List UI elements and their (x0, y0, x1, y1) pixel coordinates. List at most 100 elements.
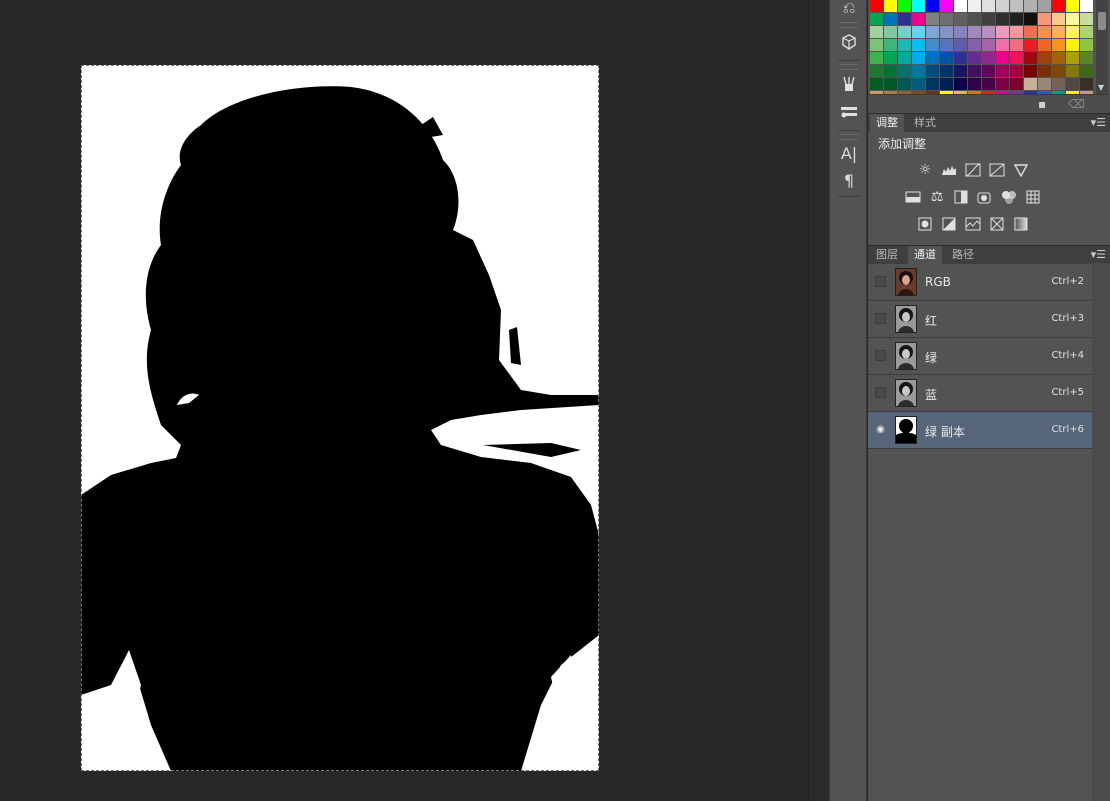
new-swatch-icon[interactable]: ▪ (1038, 97, 1046, 111)
eye-icon[interactable] (875, 276, 886, 287)
tab-adjustments[interactable]: 调整 (870, 114, 904, 132)
color-swatch[interactable] (1080, 0, 1093, 12)
color-swatch[interactable] (926, 78, 939, 90)
color-swatch[interactable] (1066, 0, 1079, 12)
hue-saturation-icon[interactable] (904, 188, 922, 206)
paragraph-icon[interactable]: ¶ (836, 168, 862, 192)
channel-mixer-icon[interactable] (1000, 188, 1018, 206)
color-swatch[interactable] (1024, 39, 1037, 51)
strip-grip[interactable] (840, 22, 858, 28)
color-swatch[interactable] (1052, 65, 1065, 77)
color-lookup-icon[interactable] (1024, 188, 1042, 206)
color-swatch[interactable] (1024, 65, 1037, 77)
color-swatch[interactable] (968, 0, 981, 12)
color-swatch[interactable] (912, 78, 925, 90)
color-swatch[interactable] (954, 26, 967, 38)
color-swatch[interactable] (1010, 78, 1023, 90)
channel-row[interactable]: ◉ 绿 副本 Ctrl+6 (868, 412, 1092, 449)
color-swatch[interactable] (912, 65, 925, 77)
color-swatch[interactable] (1038, 52, 1051, 64)
color-swatch[interactable] (1038, 78, 1051, 90)
color-swatch[interactable] (1038, 26, 1051, 38)
color-swatch[interactable] (982, 26, 995, 38)
black-white-icon[interactable] (952, 188, 970, 206)
color-swatch[interactable] (898, 0, 911, 12)
image-canvas[interactable] (81, 65, 599, 771)
eye-icon[interactable] (875, 350, 886, 361)
color-swatch[interactable] (1080, 65, 1093, 77)
color-swatch[interactable] (982, 13, 995, 25)
color-swatch[interactable] (968, 52, 981, 64)
color-swatch[interactable] (926, 65, 939, 77)
photo-filter-icon[interactable] (976, 188, 994, 206)
color-swatch[interactable] (1066, 65, 1079, 77)
color-swatch[interactable] (1066, 39, 1079, 51)
gradient-map-icon[interactable] (1012, 215, 1030, 233)
channel-row[interactable]: RGB Ctrl+2 (868, 264, 1092, 301)
channels-scrollbar[interactable] (1092, 263, 1110, 801)
color-swatch[interactable] (1038, 0, 1051, 12)
color-swatch[interactable] (926, 13, 939, 25)
tab-layers[interactable]: 图层 (870, 246, 904, 264)
exposure-icon[interactable] (988, 161, 1006, 179)
curves-icon[interactable] (964, 161, 982, 179)
panel-menu-icon[interactable]: ▾☰ (1091, 116, 1106, 129)
invert-icon[interactable] (916, 215, 934, 233)
tool-presets-icon[interactable] (836, 100, 862, 124)
color-swatch[interactable] (898, 26, 911, 38)
color-swatch[interactable] (954, 0, 967, 12)
color-swatch[interactable] (870, 78, 883, 90)
color-swatch[interactable] (1038, 39, 1051, 51)
color-swatch[interactable] (926, 52, 939, 64)
color-swatch[interactable] (940, 65, 953, 77)
color-swatch[interactable] (968, 26, 981, 38)
selective-color-icon[interactable] (988, 215, 1006, 233)
color-swatch[interactable] (898, 13, 911, 25)
vibrance-icon[interactable] (1012, 161, 1030, 179)
color-swatch[interactable] (954, 78, 967, 90)
color-swatch[interactable] (1024, 78, 1037, 90)
color-swatch[interactable] (1066, 26, 1079, 38)
color-swatch[interactable] (940, 13, 953, 25)
color-swatch[interactable] (912, 52, 925, 64)
color-swatch[interactable] (926, 26, 939, 38)
color-swatch[interactable] (954, 39, 967, 51)
color-swatch[interactable] (1052, 13, 1065, 25)
color-swatch[interactable] (1010, 13, 1023, 25)
color-swatch[interactable] (884, 26, 897, 38)
color-swatch[interactable] (996, 78, 1009, 90)
color-swatch[interactable] (954, 52, 967, 64)
threshold-icon[interactable] (964, 215, 982, 233)
color-swatch[interactable] (898, 39, 911, 51)
eye-icon[interactable] (875, 313, 886, 324)
color-swatch[interactable] (968, 13, 981, 25)
character-icon[interactable]: A| (836, 141, 862, 165)
trash-icon[interactable]: ⌫ (1068, 97, 1085, 111)
color-swatch[interactable] (1052, 78, 1065, 90)
color-swatch[interactable] (1038, 13, 1051, 25)
color-swatch[interactable] (982, 39, 995, 51)
color-swatch[interactable] (1080, 78, 1093, 90)
eye-icon[interactable] (875, 387, 886, 398)
3d-cube-icon[interactable] (836, 30, 862, 54)
color-swatch[interactable] (1010, 39, 1023, 51)
color-swatch[interactable] (870, 0, 883, 12)
color-swatch[interactable] (996, 65, 1009, 77)
color-swatch[interactable] (954, 13, 967, 25)
color-swatch[interactable] (898, 78, 911, 90)
color-swatch[interactable] (940, 52, 953, 64)
color-swatch[interactable] (996, 13, 1009, 25)
color-swatch[interactable] (1010, 26, 1023, 38)
color-swatch[interactable] (1052, 26, 1065, 38)
color-swatch[interactable] (912, 13, 925, 25)
panel-menu-icon[interactable]: ▾☰ (1091, 248, 1106, 261)
color-swatch[interactable] (1010, 65, 1023, 77)
color-swatch[interactable] (884, 13, 897, 25)
color-swatch[interactable] (912, 0, 925, 12)
color-swatch[interactable] (1052, 52, 1065, 64)
color-swatch[interactable] (968, 65, 981, 77)
color-swatch[interactable] (1024, 26, 1037, 38)
tab-channels[interactable]: 通道 (908, 246, 942, 264)
color-swatch[interactable] (1066, 78, 1079, 90)
brightness-contrast-icon[interactable]: ☼ (916, 161, 934, 179)
